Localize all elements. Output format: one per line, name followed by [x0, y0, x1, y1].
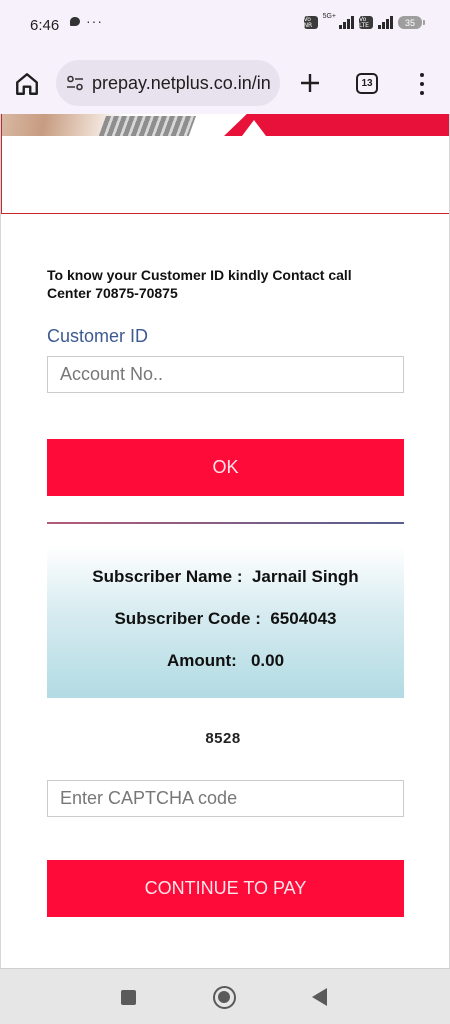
status-time: 6:46: [30, 17, 60, 34]
status-notifications: ···: [70, 13, 103, 29]
tab-switcher-icon[interactable]: 13: [356, 73, 378, 94]
new-tab-icon[interactable]: [298, 71, 322, 95]
chat-icon: [70, 16, 80, 26]
subscriber-name: Subscriber Name : Jarnail Singh: [92, 567, 359, 586]
battery-icon: 35: [398, 16, 425, 29]
account-number-input[interactable]: [47, 356, 404, 393]
url-text[interactable]: prepay.netplus.co.in/in: [92, 73, 271, 94]
signal-icon-2: [378, 16, 393, 29]
banner-strip: [2, 114, 449, 136]
browser-toolbar: prepay.netplus.co.in/in 13: [0, 54, 450, 114]
network-type-label: 5G+: [322, 13, 336, 20]
subscriber-details: Subscriber Name : Jarnail Singh Subscrib…: [47, 546, 404, 698]
continue-to-pay-button[interactable]: CONTINUE TO PAY: [47, 860, 404, 917]
customer-id-info: To know your Customer ID kindly Contact …: [47, 267, 352, 301]
volte-lte-icon: Vo LTE: [359, 16, 373, 29]
web-page: To know your Customer ID kindly Contact …: [0, 114, 450, 970]
divider: [47, 522, 404, 524]
back-nav-icon[interactable]: [312, 988, 327, 1006]
customer-id-label: Customer ID: [47, 326, 149, 346]
ok-button[interactable]: OK: [47, 439, 404, 496]
overflow-menu-icon[interactable]: [416, 71, 428, 97]
recents-nav-icon[interactable]: [121, 990, 136, 1005]
site-settings-icon[interactable]: [66, 74, 84, 92]
home-nav-icon[interactable]: [213, 986, 236, 1009]
volte-icon: Vo NR: [303, 16, 318, 29]
home-icon[interactable]: [14, 71, 40, 97]
status-indicators: Vo NR 5G+ Vo LTE 35: [303, 13, 425, 29]
more-notifications-icon: ···: [86, 13, 103, 29]
system-nav-bar: [0, 968, 450, 1024]
captcha-input[interactable]: [47, 780, 404, 817]
banner-card-graphic: [97, 116, 197, 136]
status-bar: 6:46 ··· Vo NR 5G+ Vo LTE 35: [0, 0, 450, 54]
subscriber-code: Subscriber Code : 6504043: [114, 609, 337, 628]
signal-icon: [339, 16, 354, 29]
captcha-code: 8528: [205, 730, 241, 747]
amount: Amount: 0.00: [166, 651, 285, 670]
banner-image: [1, 114, 449, 214]
address-bar[interactable]: prepay.netplus.co.in/in: [56, 60, 280, 106]
